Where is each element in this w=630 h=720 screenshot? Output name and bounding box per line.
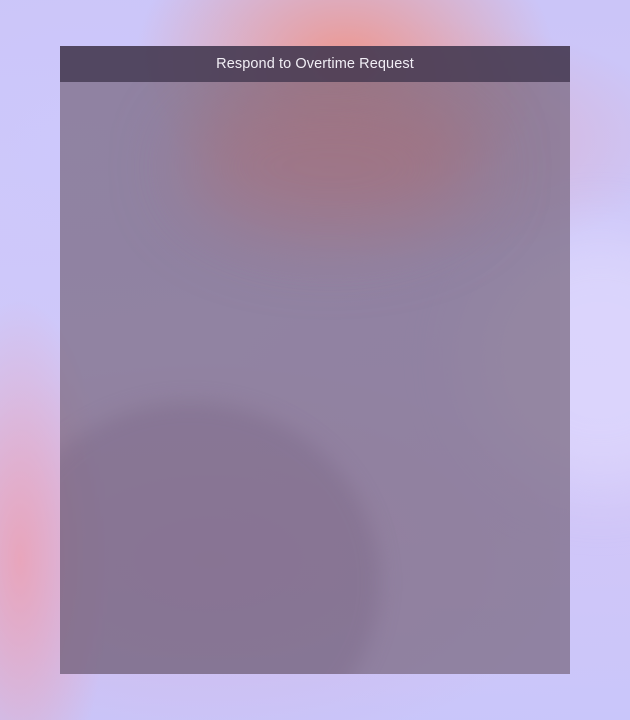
dialog-header: Respond to Overtime Request xyxy=(60,46,570,82)
overtime-response-dialog: Respond to Overtime Request xyxy=(60,46,570,674)
dialog-title: Respond to Overtime Request xyxy=(216,56,414,72)
dialog-body xyxy=(60,82,570,674)
